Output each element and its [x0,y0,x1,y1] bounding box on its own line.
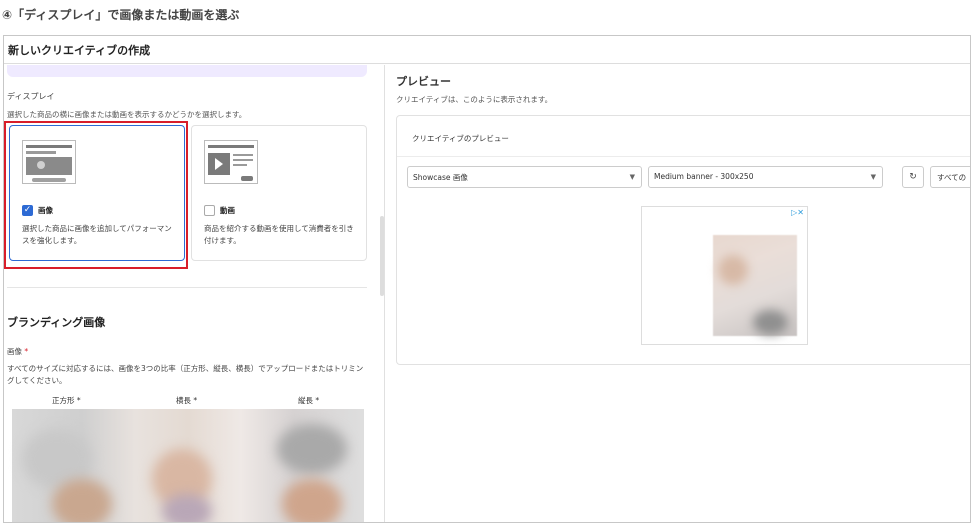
video-option-description: 商品を紹介する動画を使用して消費者を引き付けます。 [204,224,354,245]
col-label-square: 正方形 * [52,396,81,405]
col-label-portrait: 縦長 * [298,396,320,405]
image-field-label: 画像 * [7,346,28,357]
step-title: ④「ディスプレイ」で画像または動画を選ぶ [2,8,240,22]
branding-title: ブランディング画像 [7,316,106,329]
image-checkbox[interactable]: ✓ [22,205,33,216]
image-option-title: 画像 [38,206,53,215]
image-option-description: 選択した商品に画像を追加してパフォーマンスを強化します。 [22,224,172,245]
option-card-video[interactable]: 動画 商品を紹介する動画を使用して消費者を引き付けます。 [191,125,367,261]
info-banner [7,65,367,77]
video-checkbox[interactable] [204,205,215,216]
size-select-value: Medium banner - 300x250 [654,172,754,181]
branding-image-previews[interactable] [12,409,364,522]
chevron-down-icon: ▼ [629,173,635,181]
ad-preview: ▷✕ [641,206,808,345]
preview-title: プレビュー [396,75,451,88]
adchoices-icon[interactable]: ▷✕ [791,208,804,217]
window-title: 新しいクリエイティブの作成 [4,36,970,64]
preview-panel-title: クリエイティブのプレビュー [412,134,509,143]
settings-panel: ディスプレイ 選択した商品の横に画像または動画を表示するかどうかを選択します。 … [4,65,384,522]
branding-description: すべてのサイズに対応するには、画像を3つの比率（正方形、縦長、横長）でアップロー… [7,364,364,385]
chevron-down-icon: ▼ [870,173,876,181]
format-select-value: Showcase 画像 [413,173,468,182]
ad-preview-image [713,235,797,336]
format-select[interactable]: Showcase 画像 ▼ [407,166,642,188]
refresh-icon: ↻ [909,172,917,182]
size-select[interactable]: Medium banner - 300x250 ▼ [648,166,883,188]
display-label: ディスプレイ [7,92,55,101]
section-divider [7,287,367,288]
image-label-text: 画像 [7,347,22,356]
required-mark: * [24,347,29,356]
preview-panel: クリエイティブのプレビュー Showcase 画像 ▼ Medium banne… [396,115,970,365]
all-sizes-button[interactable]: すべての [930,166,970,188]
display-description: 選択した商品の横に画像または動画を表示するかどうかを選択します。 [7,110,247,119]
refresh-button[interactable]: ↻ [902,166,924,188]
create-creative-window: 新しいクリエイティブの作成 ディスプレイ 選択した商品の横に画像または動画を表示… [3,35,971,523]
panel-divider [384,65,385,522]
video-layout-icon [204,140,258,184]
col-label-landscape: 横長 * [176,396,198,405]
video-option-title: 動画 [220,206,235,215]
preview-description: クリエイティブは、このように表示されます。 [396,95,553,104]
option-card-image[interactable]: ✓ 画像 選択した商品に画像を追加してパフォーマンスを強化します。 [9,125,185,261]
preview-divider [397,156,970,157]
image-layout-icon [22,140,76,184]
